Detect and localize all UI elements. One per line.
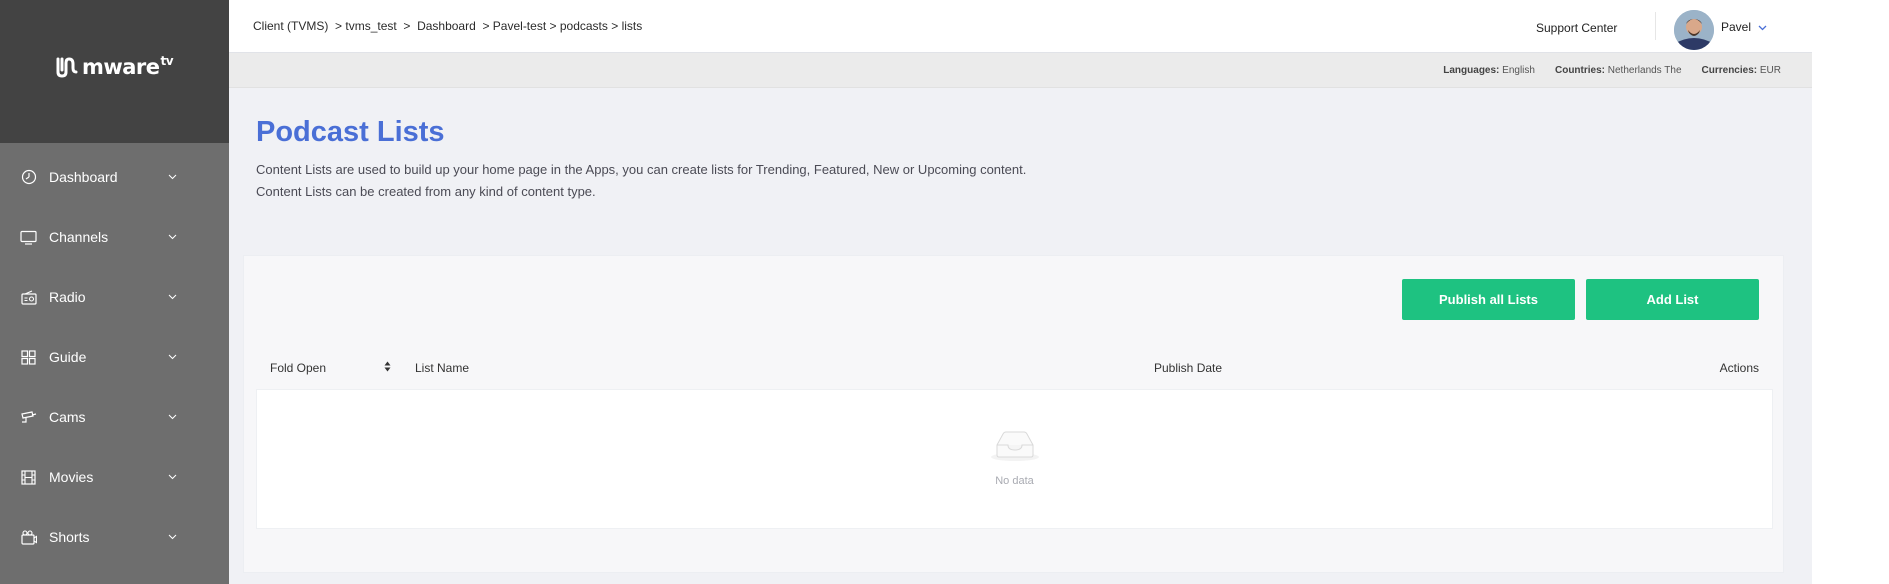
sidebar-item-label: Movies [49, 469, 94, 485]
breadcrumb-item[interactable]: Client (TVMS) [253, 19, 328, 33]
breadcrumb-item[interactable]: tvms_test [345, 19, 396, 33]
breadcrumb-separator: > [396, 19, 418, 33]
chevron-down-icon [167, 472, 177, 482]
languages-info: Languages: English [1443, 65, 1535, 76]
breadcrumb-separator: > [328, 19, 346, 33]
sidebar-item-label: Channels [49, 229, 109, 245]
languages-label: Languages: [1443, 64, 1500, 76]
page-header: Podcast Lists Content Lists are used to … [229, 88, 1812, 203]
sidebar-item-label: Guide [49, 349, 87, 365]
logo-sup: tv [160, 53, 174, 68]
chevron-down-icon [167, 352, 177, 362]
chevron-down-icon [167, 292, 177, 302]
support-center-link[interactable]: Support Center [1536, 21, 1617, 35]
breadcrumb-item[interactable]: Dashboard [417, 19, 476, 33]
currencies-value: EUR [1759, 64, 1781, 76]
breadcrumb: Client (TVMS) > tvms_test > Dashboard > … [253, 19, 642, 33]
sort-icon [384, 361, 391, 375]
add-list-button[interactable]: Add List [1586, 279, 1759, 320]
sidebar-item-label: Cams [49, 409, 86, 425]
countries-value: Netherlands The [1607, 64, 1682, 76]
logo[interactable]: mware tv [54, 53, 174, 80]
column-label: List Name [415, 361, 470, 375]
table-body: No data [256, 389, 1773, 529]
topbar: Client (TVMS) > tvms_test > Dashboard > … [229, 0, 1812, 53]
mware-logo-icon [56, 56, 78, 78]
chevron-down-icon [167, 172, 177, 182]
column-label: Fold Open [270, 361, 327, 375]
countries-info: Countries: Netherlands The [1555, 65, 1682, 76]
sidebar-item-label: Radio [49, 289, 86, 305]
breadcrumb-separator: > [475, 19, 493, 33]
logo-area: mware tv [0, 0, 229, 143]
radio-icon [20, 289, 37, 306]
breadcrumb-separator: > [607, 19, 622, 33]
breadcrumb-item[interactable]: podcasts [560, 19, 608, 33]
topbar-divider [1655, 12, 1656, 40]
languages-value: English [1502, 64, 1535, 76]
sidebar-item-movies[interactable]: Movies [0, 447, 229, 507]
user-menu[interactable]: Pavel [1721, 20, 1767, 34]
breadcrumb-item: lists [621, 19, 643, 33]
sidebar-item-cams[interactable]: Cams [0, 387, 229, 447]
column-actions: Actions [1720, 361, 1759, 375]
chevron-down-icon [167, 532, 177, 542]
sidebar-item-label: Shorts [49, 529, 90, 545]
sidebar-item-shorts[interactable]: Shorts [0, 507, 229, 567]
page-description: Content Lists are used to build up your … [256, 162, 1027, 199]
countries-label: Countries: [1554, 64, 1605, 76]
publish-all-lists-button[interactable]: Publish all Lists [1402, 279, 1575, 320]
breadcrumb-item[interactable]: Pavel-test [493, 19, 546, 33]
chevron-down-icon [1758, 20, 1767, 34]
column-label: Actions [1719, 361, 1759, 375]
sidebar-item-label: Dashboard [49, 169, 118, 185]
tv-monitor-icon [20, 229, 37, 246]
empty-state: No data [257, 428, 1772, 487]
empty-inbox-icon [989, 428, 1041, 467]
video-clip-icon [20, 529, 37, 546]
grid-guide-icon [20, 349, 37, 366]
sidebar-item-dashboard[interactable]: Dashboard [0, 147, 229, 207]
film-icon [20, 469, 37, 486]
right-margin [1812, 0, 1889, 584]
user-name: Pavel [1721, 20, 1752, 34]
locale-bar: Languages: English Countries: Netherland… [229, 53, 1812, 88]
main-content: Client (TVMS) > tvms_test > Dashboard > … [229, 0, 1812, 584]
column-list-name: List Name [415, 361, 469, 375]
currencies-info: Currencies: EUR [1702, 65, 1781, 76]
sidebar-item-channels[interactable]: Channels [0, 207, 229, 267]
chevron-down-icon [167, 412, 177, 422]
camera-icon [20, 409, 37, 426]
column-label: Publish Date [1154, 361, 1223, 375]
empty-text: No data [995, 475, 1034, 487]
page-title: Podcast Lists [256, 116, 445, 148]
sidebar-item-guide[interactable]: Guide [0, 327, 229, 387]
lists-card: Publish all Lists Add List Fold Open Lis… [243, 255, 1784, 573]
chevron-down-icon [167, 232, 177, 242]
sidebar: mware tv Dashboard Channels Radio Guide … [0, 0, 229, 584]
sidebar-item-radio[interactable]: Radio [0, 267, 229, 327]
column-publish-date: Publish Date [1154, 361, 1222, 375]
table-header: Fold Open List Name Publish Date Actions [256, 361, 1773, 383]
dashboard-gauge-icon [20, 169, 37, 186]
column-fold-open[interactable]: Fold Open [270, 361, 391, 375]
breadcrumb-separator: > [546, 19, 560, 33]
avatar[interactable] [1674, 10, 1714, 50]
currencies-label: Currencies: [1701, 64, 1758, 76]
sidebar-menu: Dashboard Channels Radio Guide Cams Movi… [0, 143, 229, 567]
logo-text: mware [81, 54, 160, 79]
